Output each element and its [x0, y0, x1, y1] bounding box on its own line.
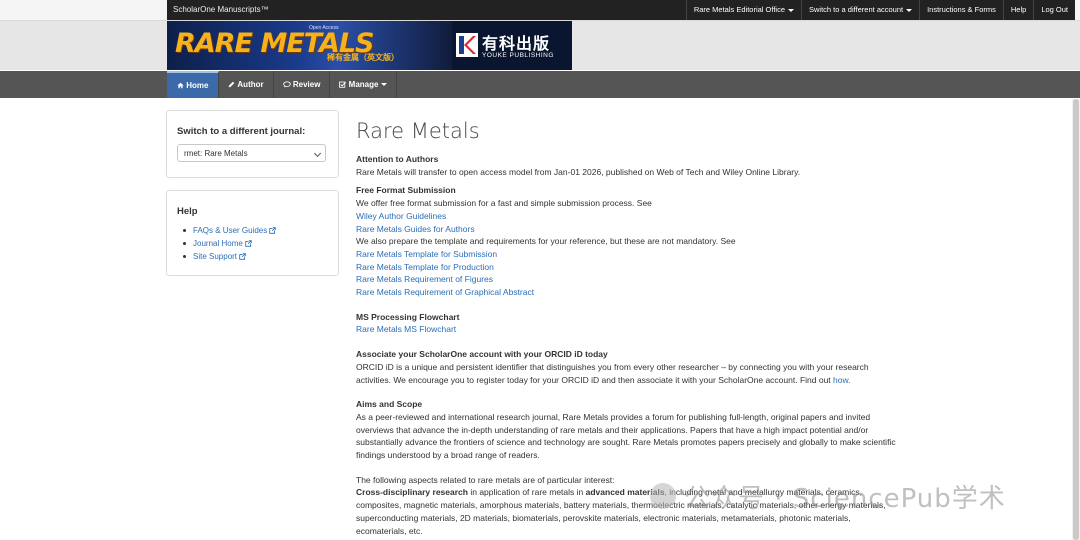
journal-banner: RARE METALS Open Access 稀有金属（英文版） 有科出版 Y…	[167, 21, 572, 70]
scholarone-brand[interactable]: ScholarOne Manuscripts™	[173, 5, 269, 14]
topbar: ScholarOne Manuscripts™ Rare Metals Edit…	[167, 0, 1075, 20]
template-text: We also prepare the template and require…	[356, 236, 736, 247]
main-navigation: Home Author Review Manage	[167, 71, 398, 98]
home-icon	[177, 82, 184, 89]
youke-logo-icon	[456, 33, 478, 57]
aims-scope-paragraph: As a peer-reviewed and international res…	[356, 411, 896, 461]
list-item: FAQs & User Guides	[183, 224, 276, 237]
journal-select[interactable]: rmet: Rare Metals	[177, 144, 326, 162]
switch-journal-title: Switch to a different journal:	[177, 126, 306, 137]
caret-down-icon	[381, 83, 388, 87]
list-item: Journal Home	[183, 237, 276, 250]
external-link-icon	[239, 253, 246, 260]
free-format-text: We offer free format submission for a fa…	[356, 198, 652, 209]
main-nav-band	[0, 71, 1080, 98]
chevron-down-icon	[313, 149, 322, 158]
tab-manage[interactable]: Manage	[330, 71, 398, 98]
external-link-icon	[245, 240, 252, 247]
switch-journal-panel: Switch to a different journal: rmet: Rar…	[166, 110, 339, 178]
template-submission-link[interactable]: Rare Metals Template for Submission	[356, 249, 497, 259]
wechat-logo-icon	[650, 483, 676, 509]
caret-down-icon	[788, 8, 794, 12]
watermark-text: 公众号 · SciencePub学术	[684, 484, 1006, 514]
main-content: Rare Metals Attention to Authors Rare Me…	[356, 118, 901, 537]
guides-for-authors-link[interactable]: Rare Metals Guides for Authors	[356, 224, 475, 234]
site-support-link[interactable]: Site Support	[193, 252, 237, 261]
ms-flowchart-heading: MS Processing Flowchart	[356, 311, 460, 322]
page-scrollbar-thumb[interactable]	[1073, 99, 1079, 540]
aims-scope-heading: Aims and Scope	[356, 399, 423, 410]
page-title: Rare Metals	[356, 119, 480, 143]
checkbox-icon	[339, 81, 347, 88]
attention-heading: Attention to Authors	[356, 154, 439, 164]
rare-metals-logo-area: RARE METALS Open Access 稀有金属（英文版）	[167, 21, 452, 70]
tab-author[interactable]: Author	[219, 71, 274, 98]
list-item: Site Support	[183, 250, 276, 263]
free-format-heading: Free Format Submission	[356, 185, 456, 196]
requirement-figures-link[interactable]: Rare Metals Requirement of Figures	[356, 274, 493, 284]
publisher-english-name: YOUKE PUBLISHING	[482, 52, 554, 59]
help-links: FAQs & User Guides Journal Home Site Sup…	[183, 224, 276, 263]
attention-text: Rare Metals will transfer to open access…	[356, 166, 801, 177]
editorial-office-menu[interactable]: Rare Metals Editorial Office	[685, 0, 801, 20]
top-navigation: Rare Metals Editorial Office Switch to a…	[685, 0, 1075, 20]
switch-account-menu[interactable]: Switch to a different account	[801, 0, 919, 20]
logout-link[interactable]: Log Out	[1033, 0, 1075, 20]
tab-review[interactable]: Review	[274, 71, 331, 98]
external-link-icon	[269, 227, 276, 234]
faqs-user-guides-link[interactable]: FAQs & User Guides	[193, 226, 267, 235]
wiley-author-guidelines-link[interactable]: Wiley Author Guidelines	[356, 211, 446, 221]
publisher-logo-area: 有科出版 YOUKE PUBLISHING	[452, 21, 572, 70]
requirement-graphical-abstract-link[interactable]: Rare Metals Requirement of Graphical Abs…	[356, 287, 534, 297]
help-title: Help	[177, 206, 198, 217]
chinese-title: 稀有金属（英文版）	[327, 53, 399, 62]
tab-home[interactable]: Home	[167, 71, 220, 98]
instructions-forms-link[interactable]: Instructions & Forms	[919, 0, 1003, 20]
comment-icon	[282, 81, 291, 88]
orcid-paragraph: ORCID iD is a unique and persistent iden…	[356, 361, 869, 385]
orcid-how-link[interactable]: how.	[833, 375, 851, 385]
help-link[interactable]: Help	[1002, 0, 1033, 20]
orcid-heading: Associate your ScholarOne account with y…	[356, 349, 608, 360]
publisher-chinese-name: 有科出版	[482, 34, 551, 53]
pencil-icon	[229, 81, 235, 88]
caret-down-icon	[906, 8, 913, 12]
help-panel: Help FAQs & User Guides Journal Home Sit…	[166, 190, 339, 276]
journal-home-link[interactable]: Journal Home	[193, 239, 243, 248]
ms-flowchart-link[interactable]: Rare Metals MS Flowchart	[356, 324, 456, 334]
template-production-link[interactable]: Rare Metals Template for Production	[356, 262, 494, 272]
watermark: 公众号 · SciencePub学术	[650, 480, 1050, 514]
open-access-label: Open Access	[309, 25, 339, 31]
